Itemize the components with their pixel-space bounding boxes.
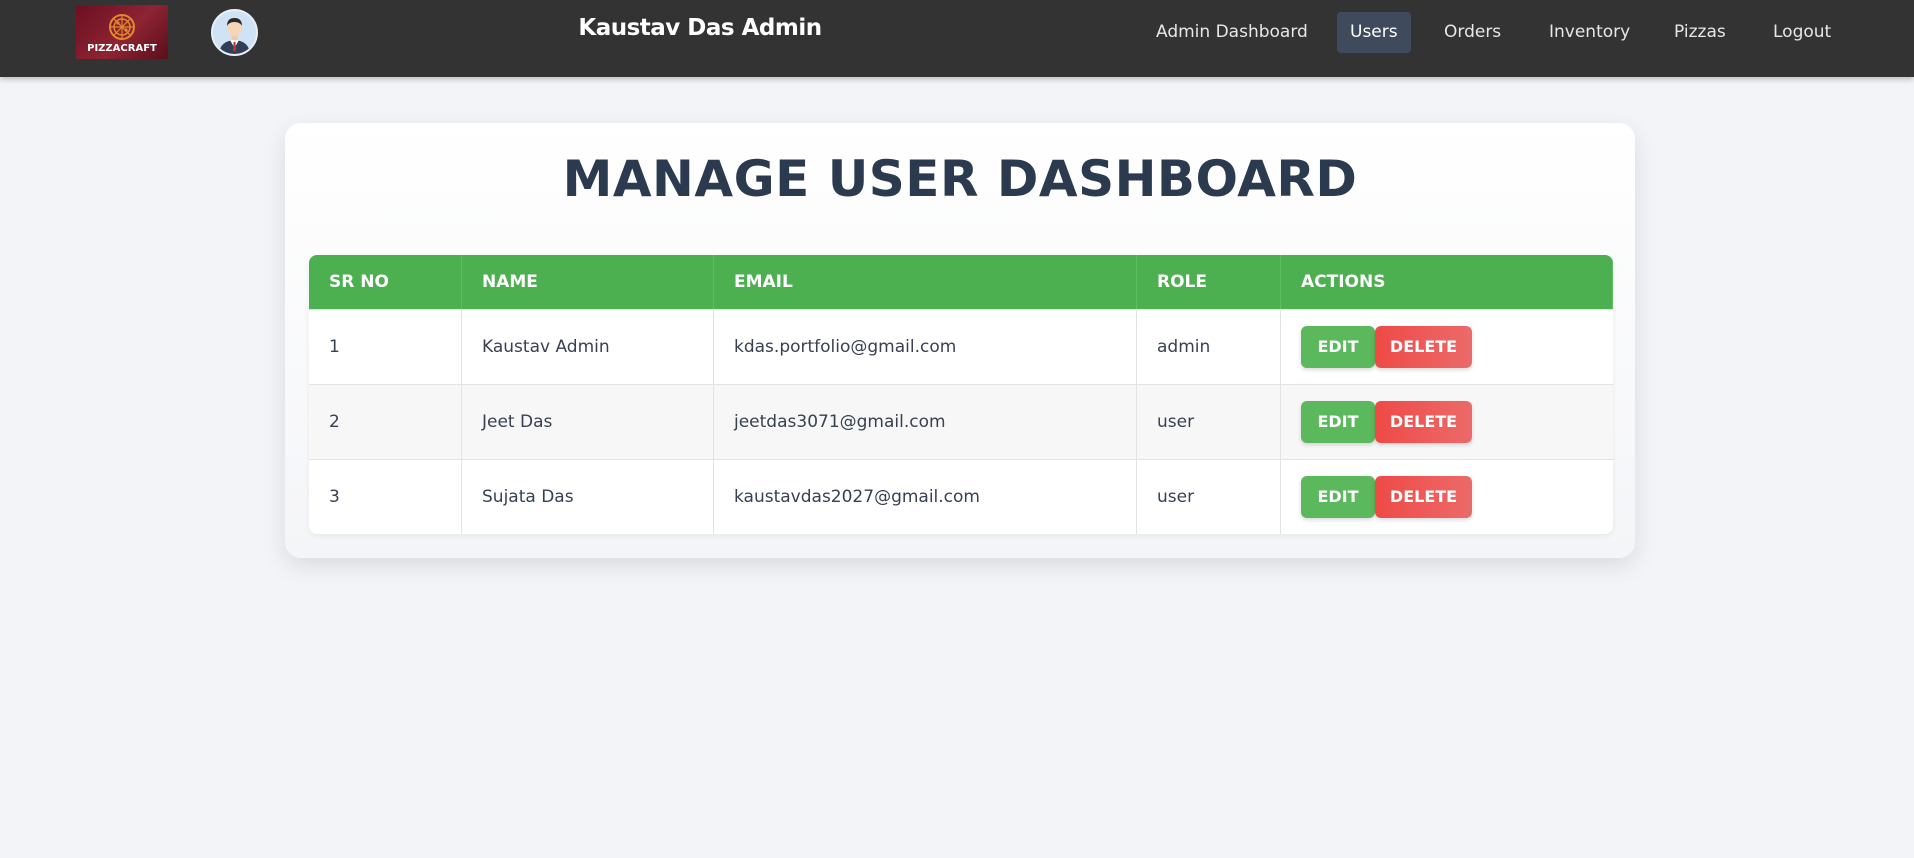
admin-title: Kaustav Das Admin — [578, 15, 822, 41]
edit-button[interactable]: EDIT — [1301, 401, 1375, 443]
cell-name: Kaustav Admin — [462, 310, 714, 384]
nav-pizzas[interactable]: Pizzas — [1661, 12, 1739, 53]
manage-users-card: MANAGE USER DASHBOARD SR NO NAME EMAIL R… — [285, 123, 1635, 558]
cell-role: user — [1137, 385, 1281, 459]
table-header: SR NO NAME EMAIL ROLE ACTIONS — [309, 255, 1613, 309]
edit-button[interactable]: EDIT — [1301, 326, 1375, 368]
nav-inventory[interactable]: Inventory — [1536, 12, 1643, 53]
column-header-email: EMAIL — [714, 255, 1137, 309]
nav-admin-dashboard[interactable]: Admin Dashboard — [1143, 12, 1321, 53]
column-header-sr-no: SR NO — [309, 255, 462, 309]
cell-actions: EDIT DELETE — [1281, 460, 1613, 534]
nav-users[interactable]: Users — [1337, 12, 1411, 53]
cell-actions: EDIT DELETE — [1281, 310, 1613, 384]
cell-name: Jeet Das — [462, 385, 714, 459]
cell-actions: EDIT DELETE — [1281, 385, 1613, 459]
pizzacraft-logo[interactable]: PIZZACRAFT — [76, 5, 168, 59]
users-table: SR NO NAME EMAIL ROLE ACTIONS 1 Kaustav … — [309, 255, 1613, 534]
logo-text: PIZZACRAFT — [87, 43, 157, 54]
cell-email: kdas.portfolio@gmail.com — [714, 310, 1137, 384]
admin-avatar[interactable] — [211, 9, 258, 56]
cell-sr-no: 1 — [309, 310, 462, 384]
cell-email: jeetdas3071@gmail.com — [714, 385, 1137, 459]
delete-button[interactable]: DELETE — [1375, 401, 1472, 443]
table-row: 1 Kaustav Admin kdas.portfolio@gmail.com… — [309, 309, 1613, 384]
table-row: 3 Sujata Das kaustavdas2027@gmail.com us… — [309, 459, 1613, 534]
nav-orders[interactable]: Orders — [1431, 12, 1514, 53]
cell-sr-no: 2 — [309, 385, 462, 459]
cell-sr-no: 3 — [309, 460, 462, 534]
edit-button[interactable]: EDIT — [1301, 476, 1375, 518]
user-avatar-icon — [213, 11, 256, 54]
column-header-role: ROLE — [1137, 255, 1281, 309]
delete-button[interactable]: DELETE — [1375, 476, 1472, 518]
table-row: 2 Jeet Das jeetdas3071@gmail.com user ED… — [309, 384, 1613, 459]
cell-name: Sujata Das — [462, 460, 714, 534]
delete-button[interactable]: DELETE — [1375, 326, 1472, 368]
column-header-name: NAME — [462, 255, 714, 309]
column-header-actions: ACTIONS — [1281, 255, 1613, 309]
navbar: PIZZACRAFT Kaustav Das Admin Admin Dashb… — [0, 0, 1914, 77]
cell-role: admin — [1137, 310, 1281, 384]
cell-role: user — [1137, 460, 1281, 534]
nav-logout[interactable]: Logout — [1760, 12, 1844, 53]
pizza-icon — [109, 14, 135, 40]
cell-email: kaustavdas2027@gmail.com — [714, 460, 1137, 534]
page-title: MANAGE USER DASHBOARD — [562, 150, 1358, 208]
